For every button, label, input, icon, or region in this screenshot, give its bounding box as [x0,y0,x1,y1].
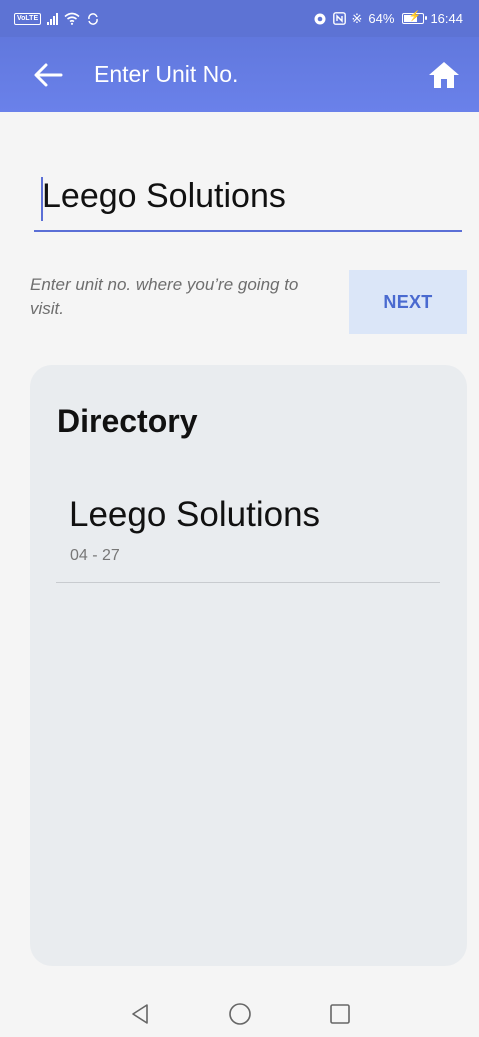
nfc-icon [332,12,346,25]
sync-icon [88,12,98,25]
status-bar: VoLTE ※ 64% ⚡ 16:44 [0,0,479,37]
input-hint: Enter unit no. where you’re going to vis… [30,275,299,318]
app-bar: Enter Unit No. [0,37,479,112]
directory-item-name: Leego Solutions [69,495,321,534]
square-recents-icon [329,1003,350,1024]
battery-icon: ⚡ [402,11,428,24]
nav-recents-button[interactable] [327,1001,353,1027]
directory-title: Directory [57,403,198,439]
eye-icon [314,13,326,24]
directory-item-unit: 04 - 27 [70,547,120,564]
unit-number-input[interactable] [34,170,462,232]
arrow-left-icon [34,63,63,86]
circle-home-icon [228,1002,251,1025]
volte-badge: VoLTE [14,12,42,25]
next-button[interactable]: NEXT [349,270,467,334]
bluetooth-icon: ※ [351,11,363,26]
status-right: ※ 64% ⚡ 16:44 [313,11,463,26]
home-button[interactable] [425,56,463,94]
status-time: 16:44 [430,11,463,26]
home-icon [429,61,459,88]
signal-icon [47,12,59,25]
triangle-back-icon [131,1003,148,1024]
text-caret [41,177,43,221]
nav-home-button[interactable] [227,1001,253,1027]
wifi-icon [64,12,80,25]
directory-item[interactable]: Leego Solutions 04 - 27 [56,493,440,583]
nav-back-button[interactable] [127,1001,153,1027]
battery-percent: 64% [368,11,395,26]
back-button[interactable] [32,59,64,91]
page-title: Enter Unit No. [94,61,239,87]
status-left: VoLTE [14,12,100,26]
directory-card: Directory Leego Solutions 04 - 27 [30,365,467,966]
navigation-bar [0,990,479,1037]
